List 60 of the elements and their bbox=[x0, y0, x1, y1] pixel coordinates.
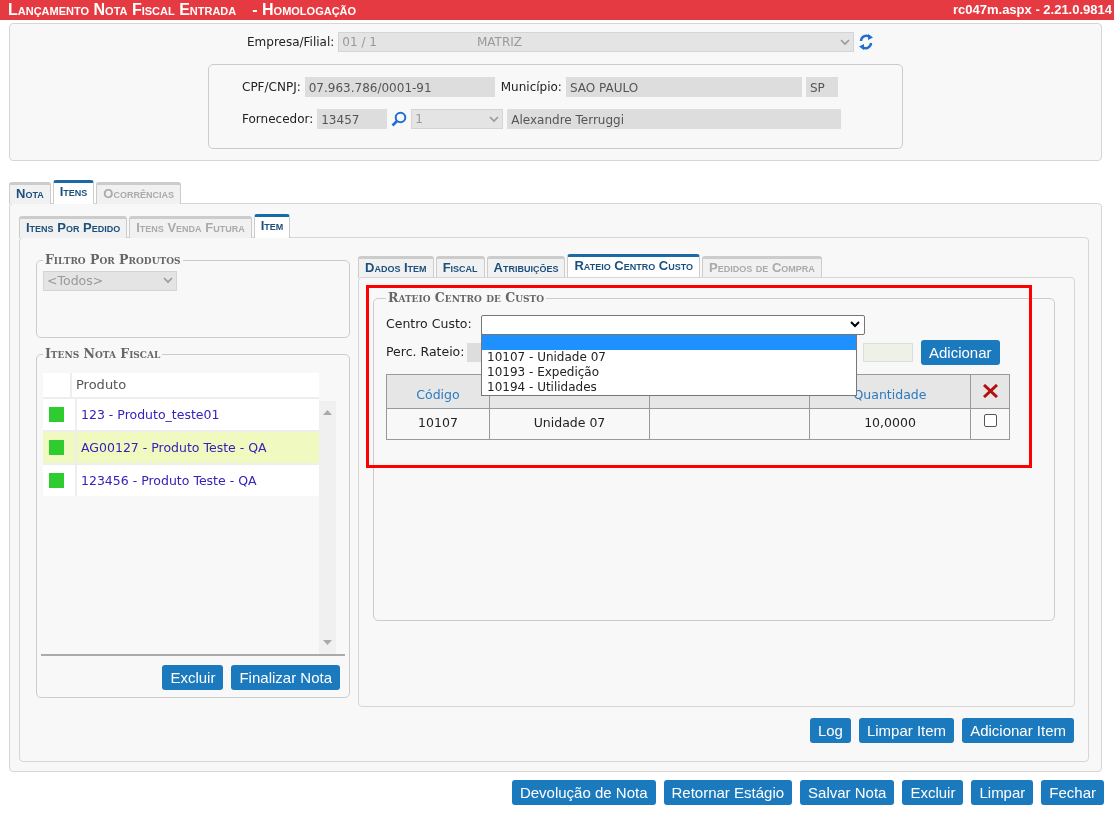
search-icon[interactable] bbox=[391, 111, 408, 127]
product-row[interactable]: 123456 - Produto Teste - QA bbox=[43, 462, 319, 496]
action-button[interactable]: Limpar bbox=[971, 780, 1034, 805]
action-button[interactable]: Finalizar Nota bbox=[231, 664, 340, 690]
supplier-name-field: Alexandre Terruggi bbox=[507, 109, 842, 129]
table-cell: Unidade 07 bbox=[489, 408, 650, 439]
tab[interactable]: Itens Por Pedido bbox=[19, 216, 128, 238]
action-button[interactable]: Excluir bbox=[902, 780, 964, 805]
refresh-icon[interactable] bbox=[858, 33, 875, 51]
row-checkbox[interactable] bbox=[983, 414, 997, 428]
table-cell: 10107 bbox=[386, 408, 490, 439]
group-title: Itens Nota Fiscal bbox=[44, 348, 162, 361]
tab[interactable]: Atribuições bbox=[486, 256, 566, 278]
branch-select[interactable]: 1 bbox=[411, 109, 504, 129]
action-button[interactable]: Limpar Item bbox=[858, 718, 955, 743]
state-field: SP bbox=[805, 77, 838, 97]
add-button[interactable]: Adicionar bbox=[921, 339, 1000, 365]
chevron-down-icon bbox=[489, 115, 500, 123]
table-cell: 10,0000 bbox=[809, 408, 971, 439]
environment-label: - Homologação bbox=[252, 0, 357, 20]
quantity-field[interactable] bbox=[863, 342, 913, 362]
group-title: Filtro Por Produtos bbox=[44, 254, 182, 267]
field-label: CPF/CNPJ: bbox=[242, 79, 301, 96]
field-label: Fornecedor: bbox=[242, 111, 314, 128]
status-square-icon bbox=[49, 406, 64, 422]
action-button[interactable]: Retornar Estágio bbox=[663, 780, 793, 805]
status-square-icon bbox=[49, 439, 64, 455]
product-row[interactable]: 123 - Produto_teste01 bbox=[43, 396, 319, 430]
action-button[interactable]: Excluir bbox=[162, 664, 224, 690]
chevron-down-icon bbox=[850, 321, 860, 328]
product-name[interactable]: 123456 - Produto Teste - QA bbox=[75, 464, 257, 496]
tab[interactable]: Item bbox=[253, 214, 291, 238]
action-button[interactable]: Adicionar Item bbox=[962, 718, 1074, 743]
action-button[interactable]: Salvar Nota bbox=[800, 780, 895, 805]
cost-center-select[interactable] bbox=[481, 314, 865, 335]
tab[interactable]: Nota bbox=[9, 182, 51, 204]
tab[interactable]: Itens bbox=[52, 180, 95, 204]
status-square-icon bbox=[49, 472, 64, 488]
delete-icon[interactable] bbox=[982, 384, 998, 399]
page-title: Lançamento Nota Fiscal Entrada bbox=[8, 0, 237, 20]
field-label: Empresa/Filial: bbox=[247, 34, 335, 51]
chevron-down-icon bbox=[163, 277, 173, 284]
action-button[interactable]: Log bbox=[809, 718, 851, 743]
chevron-down-icon bbox=[840, 38, 851, 46]
action-button[interactable]: Devolução de Nota bbox=[511, 780, 656, 805]
tab[interactable]: Dados Item bbox=[358, 256, 434, 278]
field-label: Município: bbox=[500, 79, 562, 96]
tab[interactable]: Rateio Centro Custo bbox=[567, 254, 701, 278]
cnpj-field: 07.963.786/0001-91 bbox=[304, 77, 495, 97]
city-field: SAO PAULO bbox=[565, 77, 802, 97]
supplier-code-field: 13457 bbox=[317, 109, 388, 129]
dropdown-option[interactable]: 10107 - Unidade 07 bbox=[482, 349, 856, 365]
group-title: Rateio Centro de Custo bbox=[387, 292, 546, 305]
product-row[interactable]: AG00127 - Produto Teste - QA bbox=[43, 429, 319, 463]
field-label: Centro Custo: bbox=[386, 315, 473, 334]
field-label: Perc. Rateio: bbox=[386, 342, 466, 361]
tab[interactable]: Fiscal bbox=[435, 256, 485, 278]
action-button[interactable]: Fechar bbox=[1041, 780, 1104, 805]
version-label: rc047m.aspx - 2.21.0.9814 bbox=[953, 1, 1113, 19]
column-header: Produto bbox=[75, 375, 127, 394]
